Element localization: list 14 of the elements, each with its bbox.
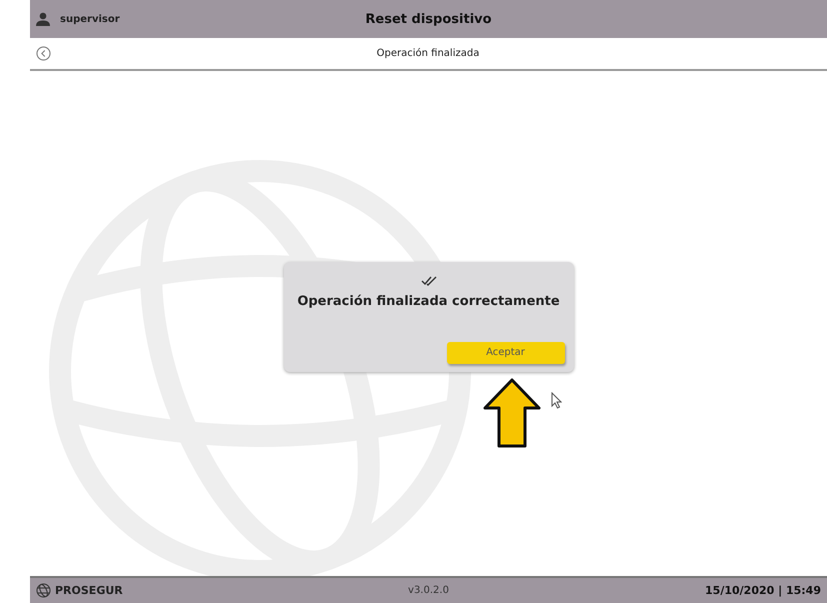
version-label: v3.0.2.0 <box>407 585 450 596</box>
up-arrow-icon <box>482 378 542 448</box>
globe-logo-icon <box>36 583 51 598</box>
accept-button[interactable]: Aceptar <box>446 342 564 364</box>
back-icon[interactable] <box>36 46 51 61</box>
mouse-cursor-icon <box>551 392 562 409</box>
window-title: Reset dispositivo <box>364 12 493 26</box>
page-subtitle: Operación finalizada <box>376 48 480 59</box>
brand-name: PROSEGUR <box>55 584 123 597</box>
double-check-icon <box>420 276 436 286</box>
user-icon <box>36 12 50 26</box>
dialog-message: Operación finalizada correctamente <box>297 294 560 308</box>
user-name: supervisor <box>60 14 120 24</box>
date-time: 15/10/2020 | 15:49 <box>704 584 821 597</box>
